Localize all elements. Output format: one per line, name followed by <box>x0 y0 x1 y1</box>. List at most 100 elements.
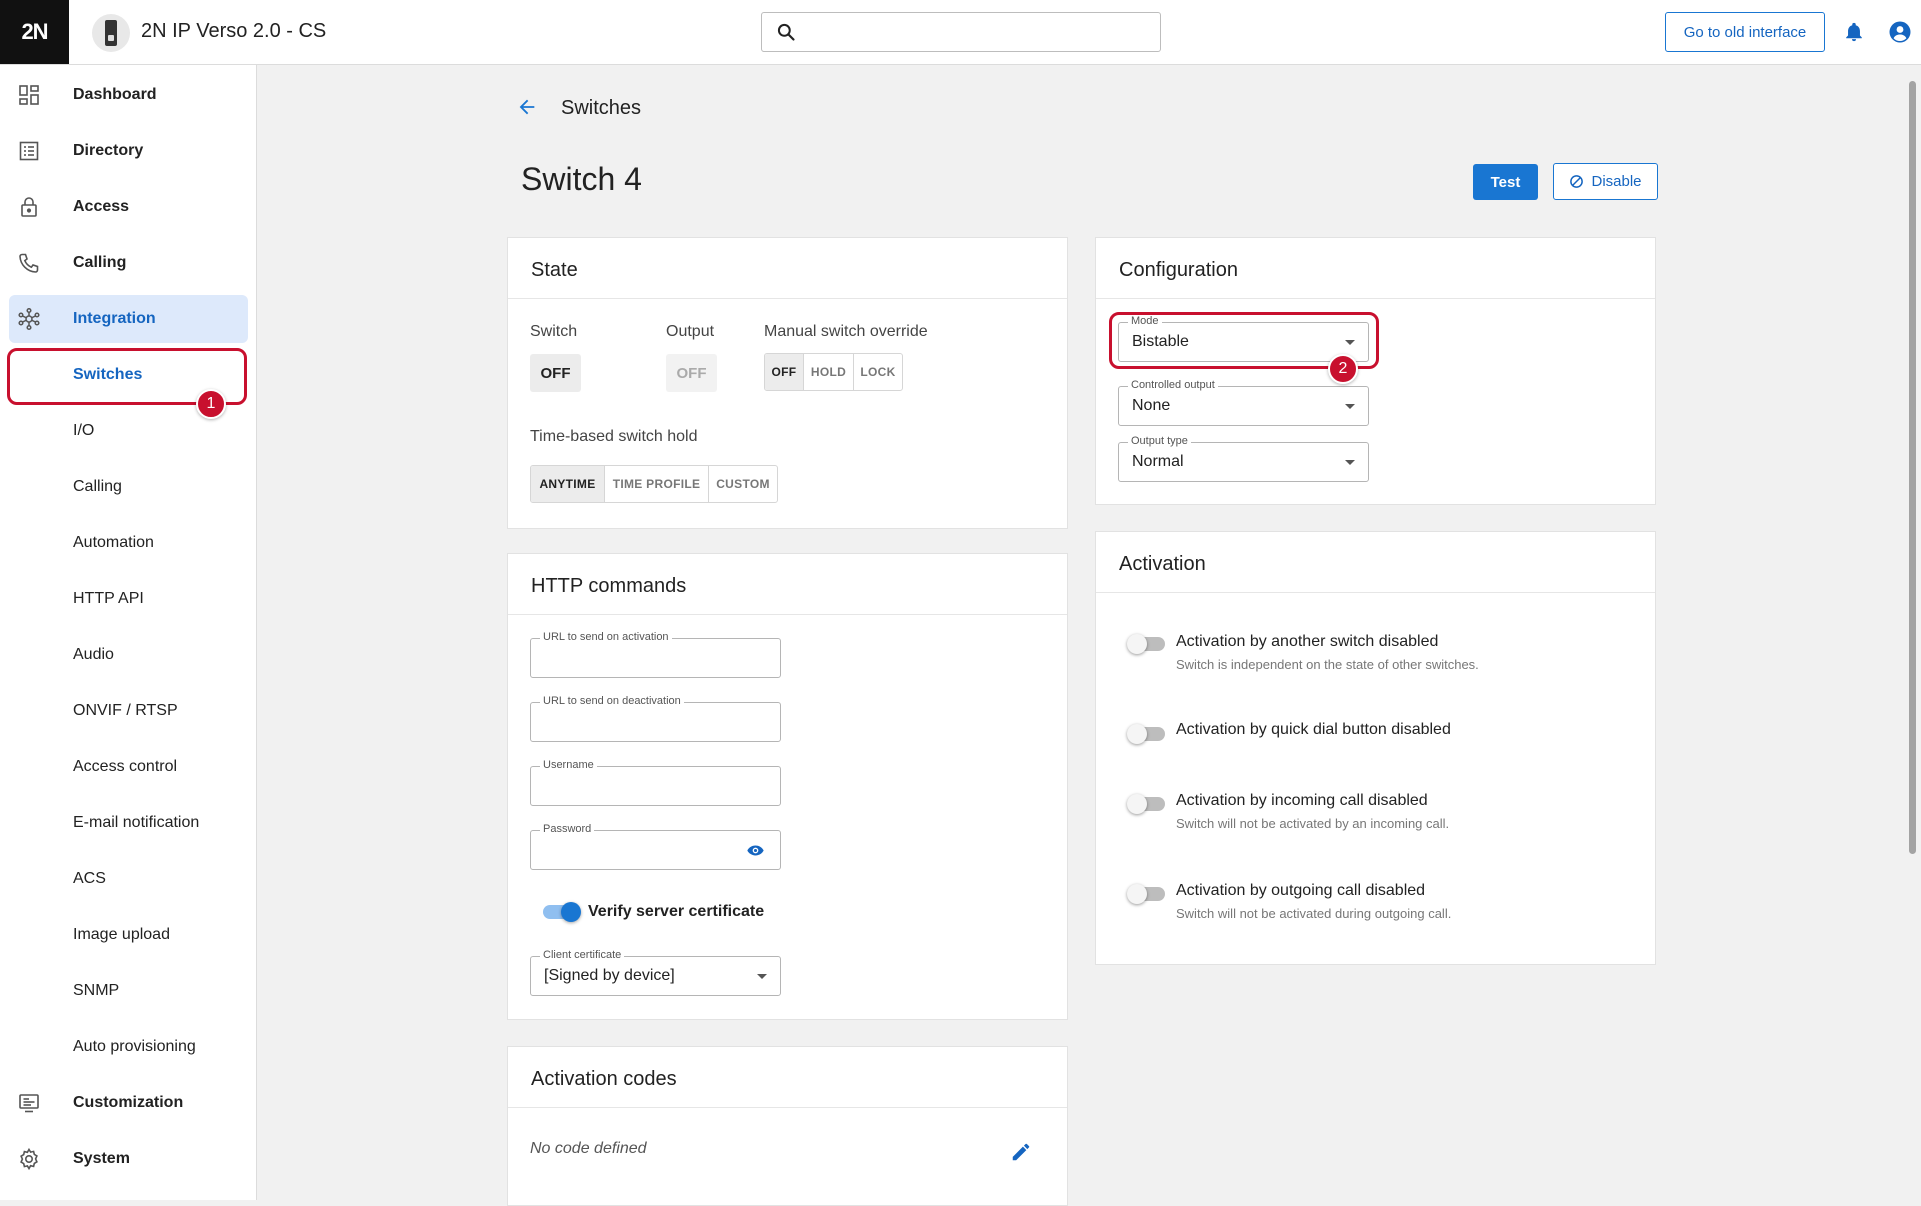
scrollbar-thumb[interactable] <box>1909 81 1916 854</box>
output-type-select[interactable]: Output type Normal <box>1118 435 1369 482</box>
sidebar-item-system[interactable]: System <box>9 1135 248 1183</box>
phone-icon <box>19 253 39 273</box>
sidebar-subitem-label: Calling <box>73 478 122 495</box>
sidebar-subitem-label: ONVIF / RTSP <box>73 702 178 719</box>
bell-icon[interactable] <box>1843 20 1865 44</box>
activation-title: Activation by incoming call disabled <box>1176 792 1428 809</box>
dropdown-caret-icon <box>757 974 767 979</box>
field-label: Output type <box>1128 435 1191 447</box>
sidebar-item-label: Integration <box>73 310 156 327</box>
override-option-hold[interactable]: HOLD <box>804 354 854 390</box>
sidebar-subitem-onvif-rtsp[interactable]: ONVIF / RTSP <box>9 687 248 735</box>
sidebar-subitem-auto-provisioning[interactable]: Auto provisioning <box>9 1023 248 1071</box>
divider <box>508 614 1067 615</box>
sidebar-item-access[interactable]: Access <box>9 183 248 231</box>
dashboard-icon <box>19 85 39 105</box>
brand-logo[interactable]: 2N <box>0 0 69 64</box>
lock-icon <box>21 197 37 217</box>
field-value: Normal <box>1132 453 1184 470</box>
search-box[interactable] <box>761 12 1161 52</box>
hold-option-custom[interactable]: CUSTOM <box>709 466 777 502</box>
controlled-output-select[interactable]: Controlled output None <box>1118 379 1369 426</box>
user-icon[interactable] <box>1888 20 1912 44</box>
search-input[interactable] <box>810 19 1150 45</box>
breadcrumb[interactable]: Switches <box>561 97 641 120</box>
field-label: URL to send on deactivation <box>540 695 684 707</box>
divider <box>1096 298 1655 299</box>
old-interface-button[interactable]: Go to old interface <box>1665 12 1825 52</box>
sidebar-subitem-snmp[interactable]: SNMP <box>9 967 248 1015</box>
field-label: Client certificate <box>540 949 625 961</box>
activation-title: Activation by quick dial button disabled <box>1176 721 1451 738</box>
sidebar-subitem-label: Access control <box>73 758 178 775</box>
sidebar-subitem-image-upload[interactable]: Image upload <box>9 911 248 959</box>
sidebar-subitem-label: Image upload <box>73 926 170 943</box>
override-option-off[interactable]: OFF <box>765 354 804 390</box>
divider <box>508 298 1067 299</box>
callout-badge: 1 <box>196 389 226 419</box>
client-certificate-select[interactable]: Client certificate [Signed by device] <box>530 949 781 996</box>
field-label: Controlled output <box>1128 379 1218 391</box>
sidebar-subitem-label: Audio <box>73 646 114 663</box>
switch-state-value: OFF <box>530 354 581 392</box>
activation-title: Activation by another switch disabled <box>1176 633 1439 650</box>
activation-toggle-quick-dial[interactable] <box>1127 724 1165 744</box>
sidebar-subitem-http-api[interactable]: HTTP API <box>9 575 248 623</box>
sidebar-subitem-label: SNMP <box>73 982 120 999</box>
override-option-lock[interactable]: LOCK <box>854 354 902 390</box>
sidebar: Dashboard Directory Access Calling Integ… <box>0 65 257 1200</box>
sidebar-subitem-email-notification[interactable]: E-mail notification <box>9 799 248 847</box>
sidebar-subitem-acs[interactable]: ACS <box>9 855 248 903</box>
activation-subtitle: Switch is independent on the state of ot… <box>1176 657 1479 672</box>
sidebar-subitem-calling[interactable]: Calling <box>9 463 248 511</box>
sidebar-subitem-automation[interactable]: Automation <box>9 519 248 567</box>
sidebar-subitem-label: Automation <box>73 534 154 551</box>
integration-icon <box>18 307 40 331</box>
sidebar-subitem-access-control[interactable]: Access control <box>9 743 248 791</box>
page-title: Switch 4 <box>521 161 642 197</box>
output-state-label: Output <box>666 323 715 340</box>
search-icon <box>777 23 795 41</box>
hold-label: Time-based switch hold <box>530 428 698 445</box>
sidebar-item-integration[interactable]: Integration <box>9 295 248 343</box>
verify-certificate-toggle[interactable] <box>543 902 581 922</box>
hold-option-time-profile[interactable]: TIME PROFILE <box>605 466 709 502</box>
url-activation-field[interactable]: URL to send on activation <box>530 631 781 678</box>
password-field[interactable]: Password <box>530 823 781 870</box>
codes-card-title: Activation codes <box>531 1068 677 1090</box>
sidebar-subitem-audio[interactable]: Audio <box>9 631 248 679</box>
hold-segmented-control: ANYTIME TIME PROFILE CUSTOM <box>530 465 778 503</box>
sidebar-item-dashboard[interactable]: Dashboard <box>9 71 248 119</box>
verify-certificate-label: Verify server certificate <box>588 903 765 920</box>
divider <box>1096 592 1655 593</box>
eye-icon[interactable] <box>747 844 764 857</box>
vertical-scrollbar[interactable] <box>1904 65 1921 1200</box>
activation-toggle-outgoing-call[interactable] <box>1127 884 1165 904</box>
sidebar-item-directory[interactable]: Directory <box>9 127 248 175</box>
activation-subtitle: Switch will not be activated by an incom… <box>1176 816 1450 831</box>
sidebar-item-label: Dashboard <box>73 86 157 103</box>
sidebar-item-calling[interactable]: Calling <box>9 239 248 287</box>
dropdown-caret-icon <box>1345 460 1355 465</box>
customization-icon <box>19 1094 39 1113</box>
dropdown-caret-icon <box>1345 404 1355 409</box>
activation-toggle-incoming-call[interactable] <box>1127 794 1165 814</box>
activation-toggle-another-switch[interactable] <box>1127 634 1165 654</box>
sidebar-item-customization[interactable]: Customization <box>9 1079 248 1127</box>
toggle-knob <box>561 902 581 922</box>
disable-button[interactable]: Disable <box>1553 163 1658 200</box>
username-field[interactable]: Username <box>530 759 781 806</box>
state-card-title: State <box>531 259 578 281</box>
activation-codes-card: Activation codes <box>507 1046 1068 1206</box>
test-button[interactable]: Test <box>1473 164 1538 200</box>
block-icon <box>1570 175 1584 188</box>
field-label: Password <box>540 823 595 835</box>
directory-icon <box>19 141 39 161</box>
back-arrow-icon[interactable] <box>516 96 538 118</box>
device-title: 2N IP Verso 2.0 - CS <box>141 20 327 42</box>
edit-icon[interactable] <box>1010 1141 1032 1163</box>
sidebar-item-label: Calling <box>73 254 127 271</box>
url-deactivation-field[interactable]: URL to send on deactivation <box>530 695 781 742</box>
sidebar-subitem-label: HTTP API <box>73 590 144 607</box>
hold-option-anytime[interactable]: ANYTIME <box>531 466 605 502</box>
